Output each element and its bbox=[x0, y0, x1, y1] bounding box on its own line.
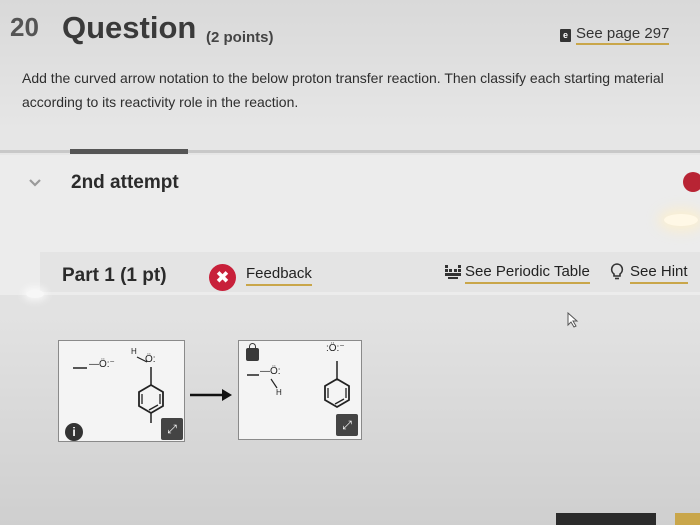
attempt-title[interactable]: 2nd attempt bbox=[71, 172, 179, 194]
water-label: —Ö: bbox=[260, 366, 281, 377]
phenol-o-label: Ö: bbox=[145, 354, 156, 365]
screen-glare-left bbox=[26, 290, 44, 298]
periodic-table-link[interactable]: See Periodic Table bbox=[465, 263, 590, 284]
expand-icon[interactable]: ⤢ bbox=[161, 418, 183, 440]
ebook-icon: e bbox=[560, 28, 571, 42]
info-icon[interactable]: i bbox=[65, 423, 83, 441]
error-x-icon[interactable]: ✖ bbox=[209, 264, 236, 291]
see-page-label: See page 297 bbox=[576, 25, 670, 45]
reaction-arrow bbox=[190, 389, 232, 401]
bottom-accent-button[interactable] bbox=[675, 513, 700, 525]
phenol-h-label: H bbox=[131, 347, 137, 356]
feedback-link[interactable]: Feedback bbox=[246, 265, 312, 286]
lock-icon bbox=[246, 343, 259, 361]
close-icon[interactable] bbox=[683, 172, 700, 192]
lightbulb-icon[interactable] bbox=[610, 263, 624, 286]
hydroxide-label: —Ö:⁻ bbox=[89, 359, 115, 370]
periodic-table-icon[interactable] bbox=[445, 265, 461, 282]
question-number: 20 bbox=[10, 12, 39, 42]
hint-link[interactable]: See Hint bbox=[630, 263, 688, 284]
mouse-cursor-icon bbox=[566, 311, 580, 333]
expand-icon[interactable]: ⤢ bbox=[336, 414, 358, 436]
phenoxide-label: :Ö:⁻ bbox=[326, 343, 345, 354]
chevron-down-icon[interactable] bbox=[28, 175, 42, 191]
attempt-tab-indicator bbox=[70, 149, 188, 154]
question-prompt: Add the curved arrow notation to the bel… bbox=[22, 70, 664, 110]
part-title: Part 1 (1 pt) bbox=[62, 265, 167, 286]
water-h-label: H bbox=[276, 388, 282, 397]
bottom-button[interactable] bbox=[556, 513, 656, 525]
question-points: (2 points) bbox=[206, 29, 274, 46]
see-page-link[interactable]: e See page 297 bbox=[560, 25, 670, 45]
question-title: Question bbox=[62, 10, 197, 45]
screen-glare bbox=[664, 214, 698, 226]
